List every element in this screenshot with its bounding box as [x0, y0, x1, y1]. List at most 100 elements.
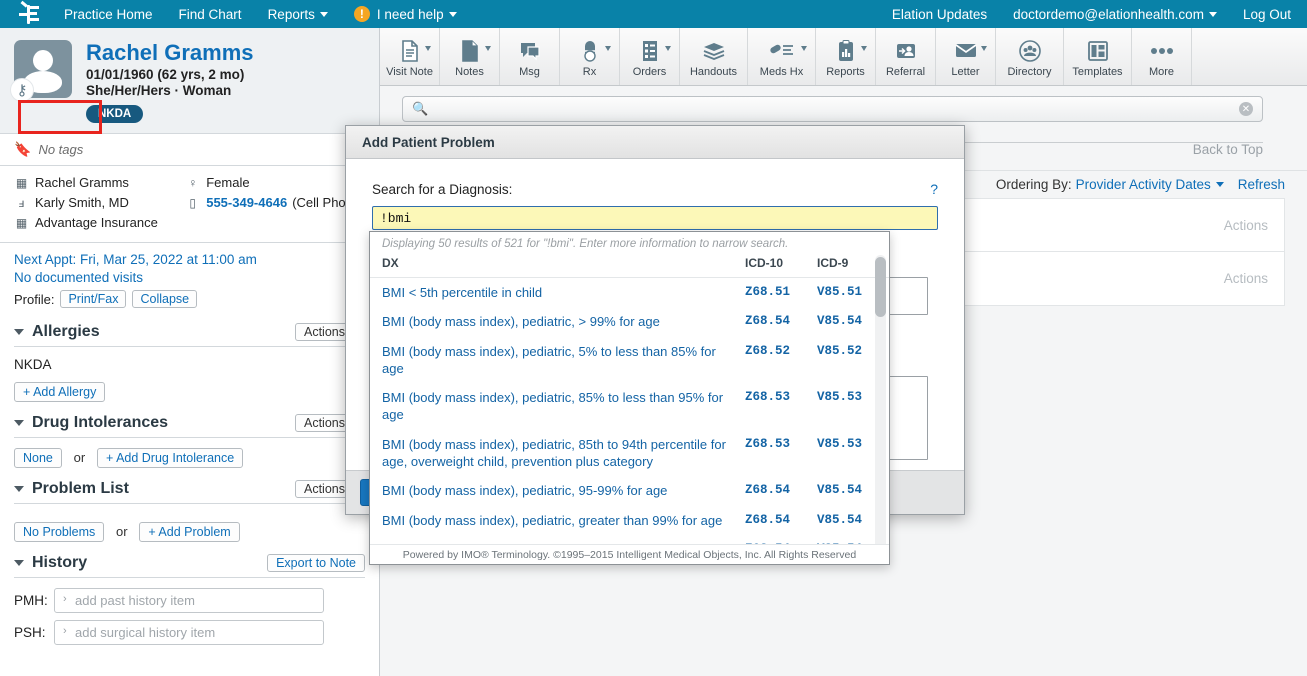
nav-elation-updates[interactable]: Elation Updates — [892, 7, 987, 22]
drug-intolerances-title: Drug Intolerances — [32, 414, 168, 432]
toolbar-reports[interactable]: Reports — [816, 28, 876, 85]
chart-toolbar: Visit Note Notes Msg Rx — [380, 28, 1307, 86]
help-question-icon[interactable]: ? — [930, 181, 938, 197]
search-input[interactable]: 🔍 ✕ — [402, 96, 1263, 122]
demographics-column-left: ▦ Rachel Gramms ⅎ Karly Smith, MD ▦ Adva… — [14, 175, 185, 235]
refresh-link[interactable]: Refresh — [1238, 177, 1285, 192]
print-fax-button[interactable]: Print/Fax — [60, 290, 126, 308]
elation-logo-icon[interactable] — [16, 3, 42, 25]
result-icd10: Z68.54 — [741, 506, 813, 535]
documented-visits-link[interactable]: No documented visits — [14, 270, 365, 285]
pmh-placeholder: add past history item — [75, 593, 195, 608]
collapse-triangle-icon[interactable] — [14, 486, 24, 492]
result-row[interactable]: BMI (body mass index), pediatric, 95-99%… — [370, 476, 889, 505]
drug-intolerances-body: None or + Add Drug Intolerance — [14, 438, 365, 474]
nav-log-out[interactable]: Log Out — [1243, 7, 1291, 22]
result-row[interactable]: BMI (body mass index), pediatric, 85th t… — [370, 430, 889, 477]
result-row[interactable]: BMI < 5th percentile in child Z68.51 V85… — [370, 278, 889, 308]
toolbar-visit-note[interactable]: Visit Note — [380, 28, 440, 85]
toolbar-directory[interactable]: Directory — [996, 28, 1064, 85]
result-dx[interactable]: BMI (body mass index), pediatric, greate… — [370, 506, 741, 535]
collapse-triangle-icon[interactable] — [14, 560, 24, 566]
result-icd10: Z68.53 — [741, 383, 813, 430]
results-scrollbar-thumb[interactable] — [875, 257, 886, 317]
export-to-note-button[interactable]: Export to Note — [267, 554, 365, 572]
add-problem-button[interactable]: + Add Problem — [139, 522, 239, 542]
psh-placeholder: add surgical history item — [75, 625, 215, 640]
or-separator: or — [116, 524, 128, 539]
result-row[interactable]: BMI (body mass index), pediatric, 5% to … — [370, 337, 889, 384]
result-dx[interactable]: BMI (body mass index), pediatric, > 99% … — [370, 307, 741, 336]
toolbar-referral[interactable]: Referral — [876, 28, 936, 85]
no-drug-intolerance-button[interactable]: None — [14, 448, 62, 468]
toolbar-notes-label: Notes — [455, 66, 484, 78]
toolbar-handouts[interactable]: Handouts — [680, 28, 748, 85]
chevron-down-icon — [665, 46, 671, 51]
result-icd10: Z68.51 — [741, 278, 813, 308]
ellipsis-icon — [1149, 38, 1175, 64]
back-to-top-link[interactable]: Back to Top — [1193, 142, 1263, 157]
collapse-triangle-icon[interactable] — [14, 420, 24, 426]
diagnosis-search-input[interactable] — [372, 206, 938, 230]
toolbar-more[interactable]: More — [1132, 28, 1192, 85]
collapse-triangle-icon[interactable] — [14, 329, 24, 335]
chevron-down-icon — [981, 46, 987, 51]
toolbar-orders[interactable]: Orders — [620, 28, 680, 85]
globe-icon: ⚷ — [10, 78, 34, 102]
patient-tags-row[interactable]: 🔖 No tags — [0, 133, 379, 166]
psh-input[interactable]: › add surgical history item — [54, 620, 324, 645]
toolbar-templates-label: Templates — [1072, 66, 1122, 78]
page-title[interactable]: Rachel Gramms — [86, 40, 254, 65]
chevron-down-icon — [1209, 12, 1217, 17]
row-actions-label[interactable]: Actions — [1224, 218, 1268, 233]
chevron-down-icon — [861, 46, 867, 51]
appointment-block: Next Appt: Fri, Mar 25, 2022 at 11:00 am… — [0, 242, 379, 317]
clear-search-icon[interactable]: ✕ — [1239, 102, 1253, 116]
toolbar-meds-hx-label: Meds Hx — [760, 66, 803, 78]
collapse-button[interactable]: Collapse — [132, 290, 197, 308]
toolbar-templates[interactable]: Templates — [1064, 28, 1132, 85]
nav-reports[interactable]: Reports — [268, 7, 328, 22]
toolbar-letter[interactable]: Letter — [936, 28, 996, 85]
patient-header: ⚷ Rachel Gramms 01/01/1960 (62 yrs, 2 mo… — [0, 28, 379, 133]
pmh-input[interactable]: › add past history item — [54, 588, 324, 613]
chevron-right-icon: › — [63, 625, 67, 637]
result-row[interactable]: BMI (body mass index), pediatric, > 99% … — [370, 307, 889, 336]
add-drug-intolerance-button[interactable]: + Add Drug Intolerance — [97, 448, 243, 468]
column-header-dx: DX — [370, 253, 741, 278]
nav-i-need-help[interactable]: ! I need help — [354, 6, 457, 22]
toolbar-directory-label: Directory — [1007, 66, 1051, 78]
chevron-down-icon — [1216, 182, 1224, 187]
toolbar-notes[interactable]: Notes — [440, 28, 500, 85]
no-problems-button[interactable]: No Problems — [14, 522, 104, 542]
add-allergy-button[interactable]: + Add Allergy — [14, 382, 105, 402]
result-row[interactable]: BMI (body mass index), pediatric, 85% to… — [370, 383, 889, 430]
toolbar-msg[interactable]: Msg — [500, 28, 560, 85]
ordering-label: Ordering By: — [996, 177, 1072, 192]
toolbar-meds-hx[interactable]: Meds Hx — [748, 28, 816, 85]
nav-find-chart[interactable]: Find Chart — [179, 7, 242, 22]
row-actions-label[interactable]: Actions — [1224, 271, 1268, 286]
patient-phone-link[interactable]: 555-349-4646 — [206, 195, 287, 210]
patient-pronouns: She/Her/Hers · Woman — [86, 83, 254, 98]
stack-icon — [702, 38, 726, 64]
history-body: PMH: › add past history item PSH: › add … — [14, 578, 365, 658]
profile-actions: Profile: Print/Fax Collapse — [14, 290, 365, 308]
nav-account-menu[interactable]: doctordemo@elationhealth.com — [1013, 7, 1217, 22]
result-dx[interactable]: BMI (body mass index), pediatric, 5% to … — [370, 337, 741, 384]
demographic-provider-value: Karly Smith, MD — [35, 195, 129, 210]
result-row[interactable]: BMI (body mass index), pediatric, greate… — [370, 506, 889, 535]
toolbar-rx[interactable]: Rx — [560, 28, 620, 85]
result-dx[interactable]: BMI < 5th percentile in child — [370, 278, 741, 308]
drug-intolerances-header: Drug Intolerances Actions — [14, 408, 365, 438]
result-dx[interactable]: BMI (body mass index), pediatric, 85% to… — [370, 383, 741, 430]
ordering-value[interactable]: Provider Activity Dates — [1076, 177, 1211, 192]
top-nav-right-group: Elation Updates doctordemo@elationhealth… — [892, 7, 1307, 22]
next-appointment-link[interactable]: Next Appt: Fri, Mar 25, 2022 at 11:00 am — [14, 252, 365, 267]
patient-tags-label: No tags — [38, 142, 83, 157]
history-title: History — [32, 554, 87, 572]
history-row-pmh: PMH: › add past history item — [14, 588, 365, 613]
nav-practice-home[interactable]: Practice Home — [64, 7, 153, 22]
result-dx[interactable]: BMI (body mass index), pediatric, 85th t… — [370, 430, 741, 477]
result-dx[interactable]: BMI (body mass index), pediatric, 95-99%… — [370, 476, 741, 505]
